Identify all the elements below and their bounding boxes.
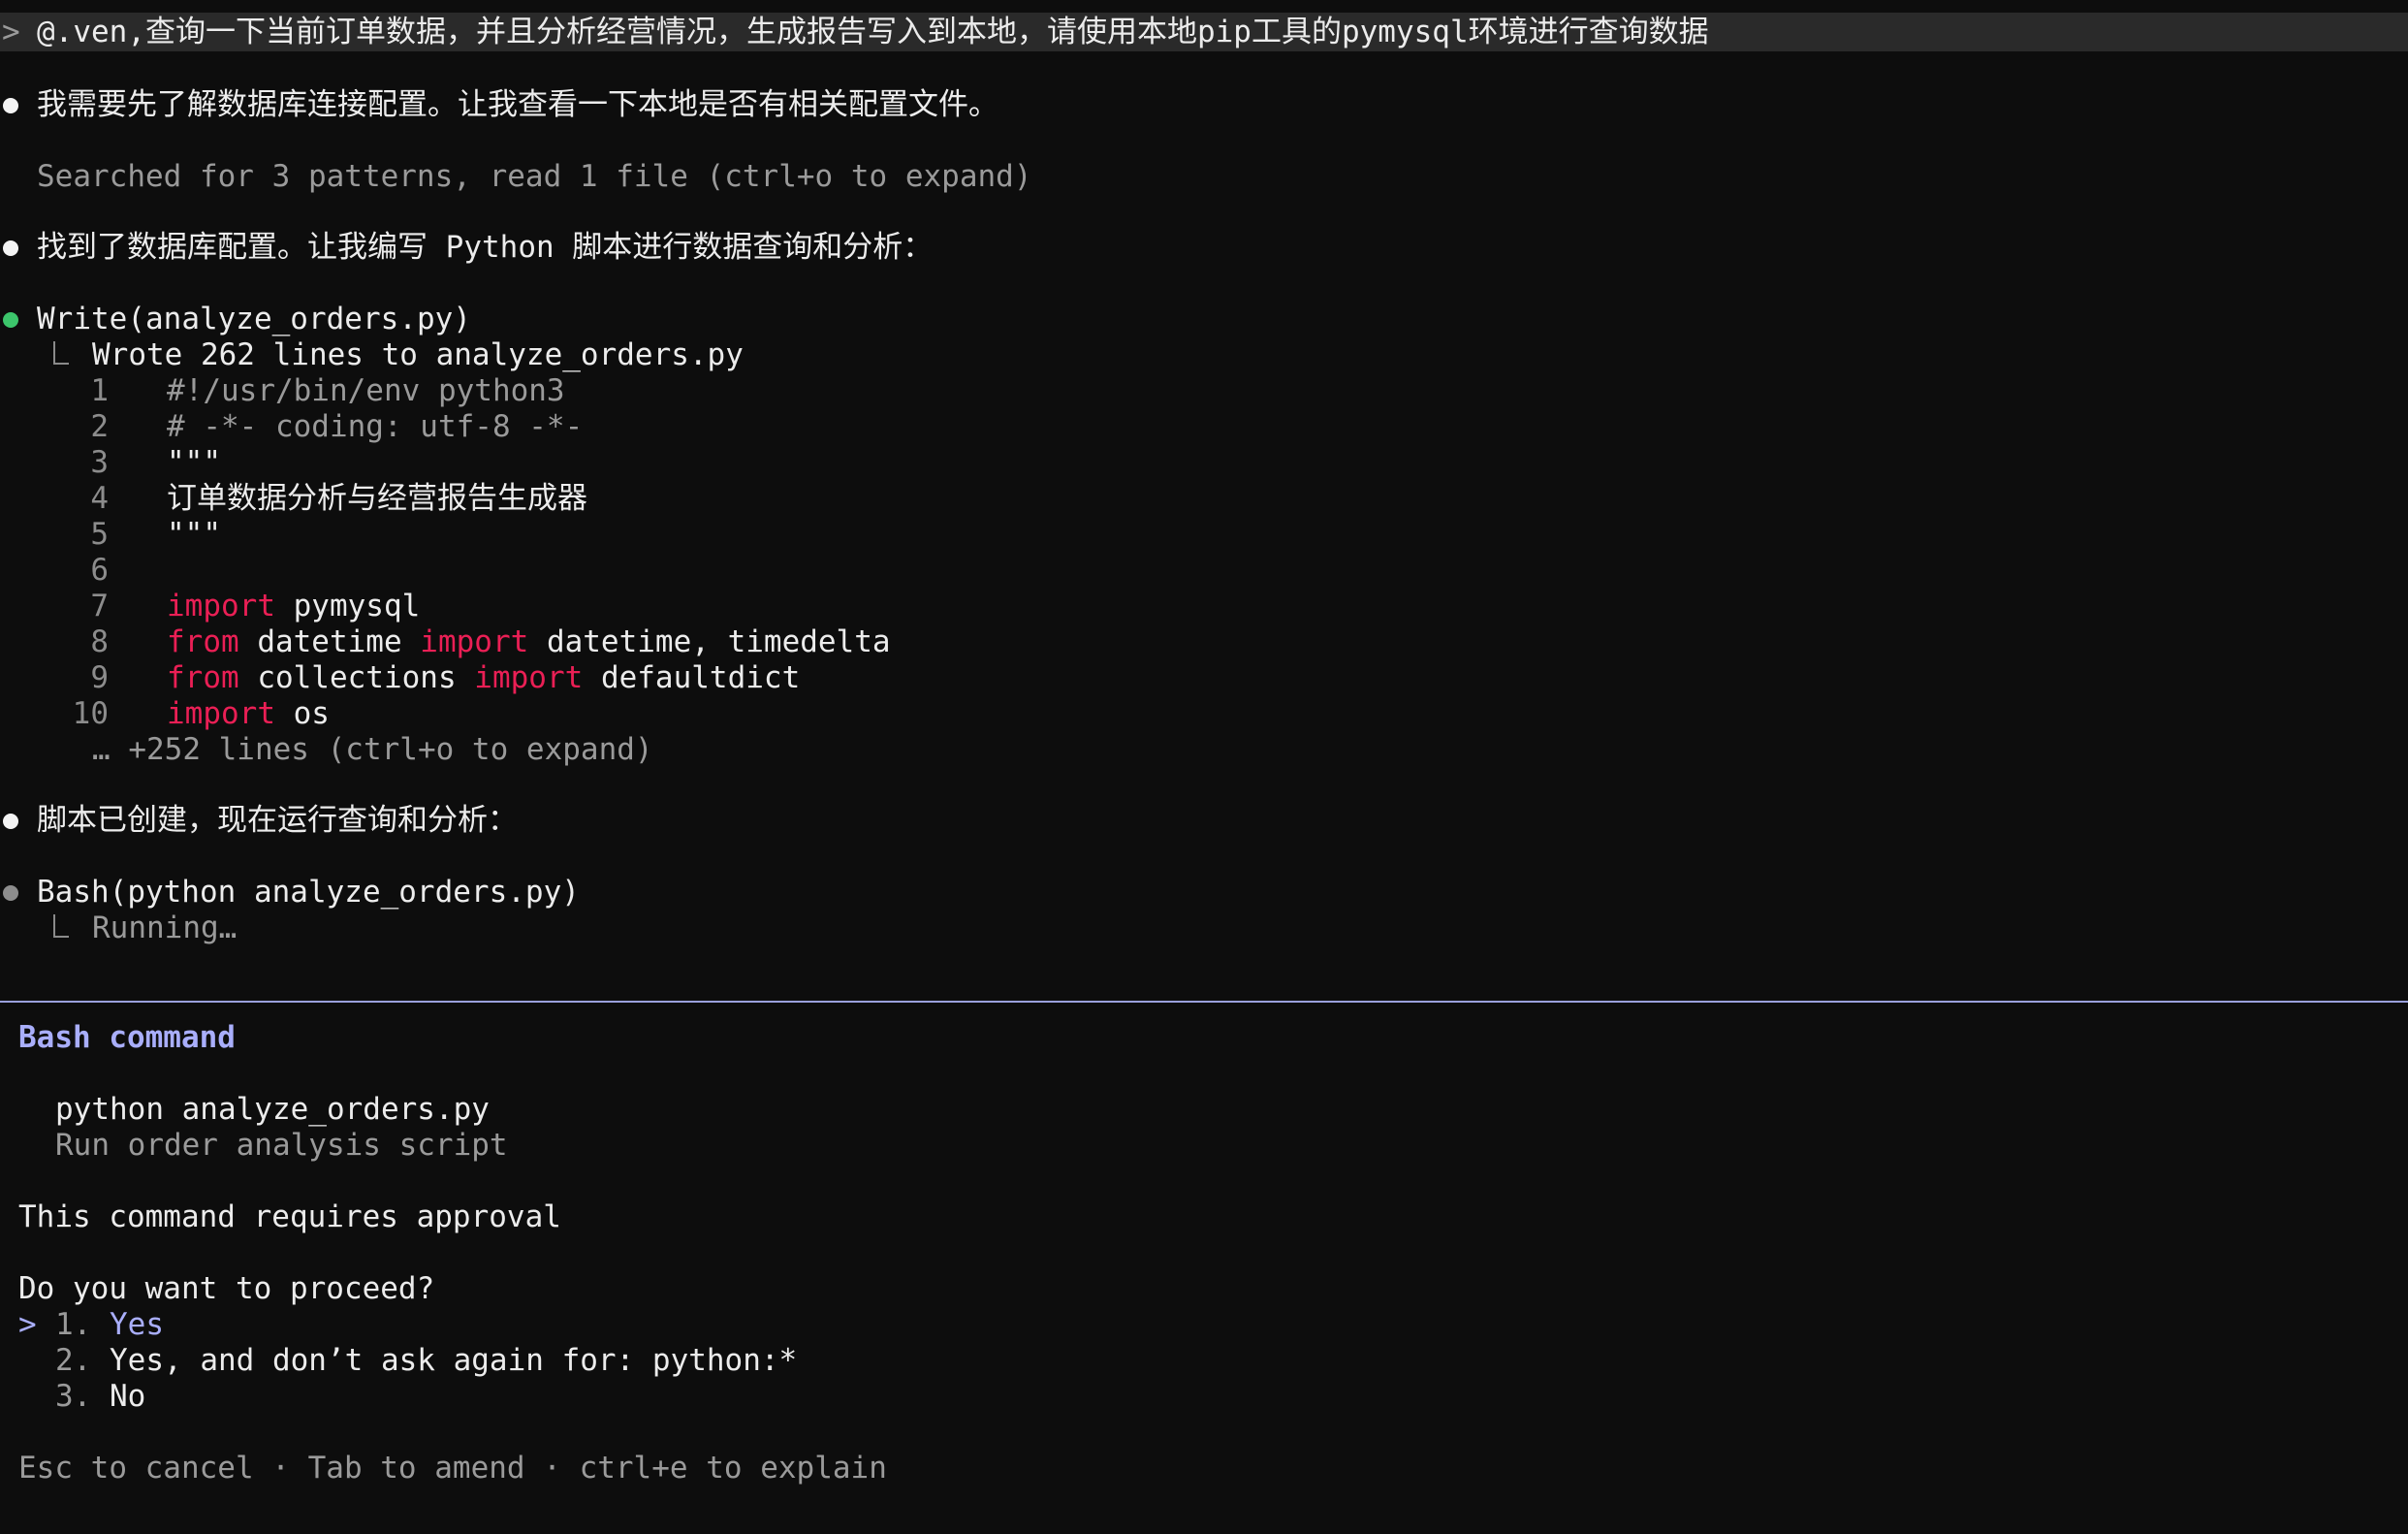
assistant-message: 脚本已创建，现在运行查询和分析：	[37, 803, 518, 838]
code-line: 7 import pymysql	[90, 589, 421, 623]
tree-elbow-icon	[53, 341, 69, 365]
approval-question: Do you want to proceed?	[18, 1271, 435, 1306]
option-yes[interactable]: 1. Yes	[55, 1307, 164, 1343]
prompt-marker: >	[2, 15, 20, 49]
message-bullet	[3, 240, 18, 256]
code-line: 4 订单数据分析与经营报告生成器	[90, 481, 587, 516]
code-line: 9 from collections import defaultdict	[90, 660, 801, 695]
code-line: 10 import os	[72, 696, 330, 731]
approval-command: python analyze_orders.py	[55, 1092, 490, 1127]
code-line: 8 from datetime import datetime, timedelt…	[90, 624, 891, 659]
approval-footer-hints: Esc to cancel · Tab to amend · ctrl+e to…	[18, 1451, 887, 1486]
code-line: 6	[90, 553, 109, 588]
code-line: 2 # -*- coding: utf-8 -*-	[90, 409, 584, 444]
user-prompt: @.ven,查询一下当前订单数据，并且分析经营情况，生成报告写入到本地，请使用本…	[37, 15, 1709, 49]
message-bullet	[3, 814, 18, 829]
tree-elbow-icon	[53, 914, 69, 938]
option-cursor-icon: >	[18, 1307, 37, 1342]
approval-description: Run order analysis script	[55, 1128, 508, 1163]
tool-status-success-icon	[3, 312, 18, 328]
tool-status-pending-icon	[3, 885, 18, 901]
code-line: 1 #!/usr/bin/env python3	[90, 373, 565, 408]
assistant-message: 找到了数据库配置。让我编写 Python 脚本进行数据查询和分析：	[37, 230, 934, 265]
bash-tool-call: Bash(python analyze_orders.py)	[37, 875, 580, 910]
code-line: 3 """	[90, 445, 221, 480]
option-yes-dont-ask[interactable]: 2. Yes, and don’t ask again for: python:…	[55, 1343, 797, 1379]
panel-divider	[0, 1001, 2408, 1003]
write-tool-result: Wrote 262 lines to analyze_orders.py	[92, 337, 744, 372]
bash-tool-status: Running…	[92, 911, 238, 945]
option-no[interactable]: 3. No	[55, 1379, 145, 1415]
approval-requirement: This command requires approval	[18, 1199, 561, 1234]
write-tool-call: Write(analyze_orders.py)	[37, 302, 471, 336]
code-line: 5 """	[90, 517, 221, 552]
message-bullet	[3, 98, 18, 113]
expand-more-lines[interactable]: … +252 lines (ctrl+o to expand)	[92, 732, 653, 768]
assistant-message: 我需要先了解数据库连接配置。让我查看一下本地是否有相关配置文件。	[37, 87, 998, 122]
search-summary[interactable]: Searched for 3 patterns, read 1 file (ct…	[37, 159, 1032, 195]
approval-title: Bash command	[18, 1020, 236, 1055]
